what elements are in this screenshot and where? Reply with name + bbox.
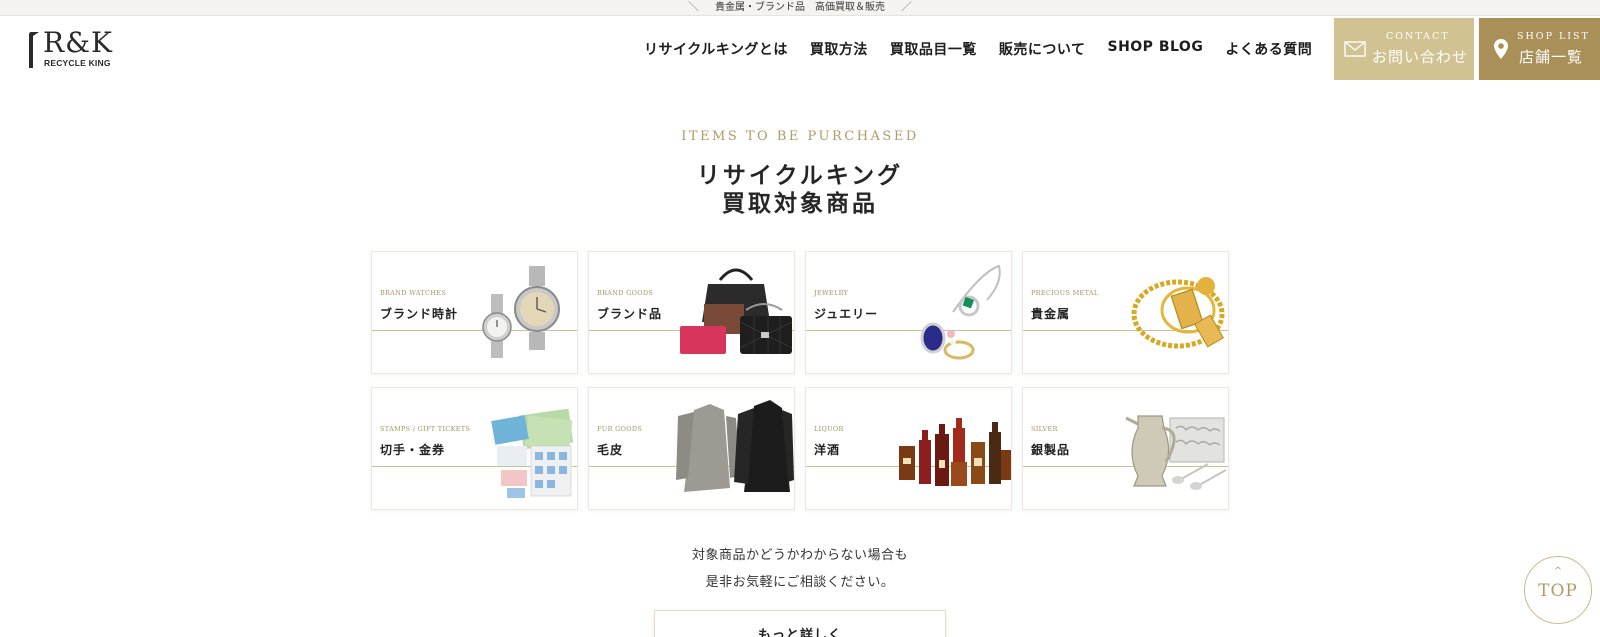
logo-mark-icon xyxy=(29,32,39,68)
category-card-fur-goods[interactable]: FUR GOODS 毛皮 xyxy=(588,387,795,510)
category-jp-label: 銀製品 xyxy=(1031,443,1071,457)
liquor-bottles-image xyxy=(899,418,1011,486)
section-title-line2: 買取対象商品 xyxy=(722,191,878,217)
category-jp-label: 洋酒 xyxy=(814,443,841,457)
category-card-liquor[interactable]: LIQUOR 洋酒 xyxy=(805,387,1012,510)
shop-list-hint: SHOP LIST xyxy=(1517,31,1590,42)
nav-item-item-list[interactable]: 買取品目一覧 xyxy=(890,39,977,59)
section-eyebrow: ITEMS TO BE PURCHASED xyxy=(681,129,919,144)
shop-list-label: 店舗一覧 xyxy=(1519,48,1584,66)
category-jp-label: 切手・金券 xyxy=(380,443,446,457)
nav-item-how-to-sell[interactable]: 買取方法 xyxy=(810,39,868,59)
announcement-text: 貴金属・ブランド品 高価買取＆販売 xyxy=(715,2,885,13)
more-details-button[interactable]: もっと詳しく xyxy=(654,610,946,637)
mail-icon xyxy=(1344,41,1366,57)
map-pin-icon xyxy=(1494,39,1508,59)
consultation-note: 対象商品かどうかわからない場合も 是非お気軽にご相談ください。 xyxy=(0,542,1600,596)
site-logo[interactable]: R&K RECYCLE KING xyxy=(28,26,124,72)
main-nav: リサイクルキングとは 買取方法 買取品目一覧 販売について SHOP BLOG … xyxy=(644,39,1312,59)
contact-button[interactable]: CONTACT お問い合わせ xyxy=(1334,18,1474,80)
category-card-jewelry[interactable]: JEWELRY ジュエリー xyxy=(805,251,1012,374)
left-slash: ＼ xyxy=(688,0,699,13)
back-to-top-button[interactable]: ^ TOP xyxy=(1524,556,1592,624)
category-en-label: FUR GOODS xyxy=(597,425,643,433)
announcement-text-row: ＼ 貴金属・ブランド品 高価買取＆販売 ／ xyxy=(0,0,1600,15)
note-line1: 対象商品かどうかわからない場合も xyxy=(691,548,908,563)
category-en-label: LIQUOR xyxy=(814,425,844,433)
section-title-line1: リサイクルキング xyxy=(696,163,904,189)
fur-coat-image xyxy=(676,400,794,492)
contact-hint: CONTACT xyxy=(1386,31,1450,42)
back-to-top-label: TOP xyxy=(1538,581,1578,601)
category-jp-label: ジュエリー xyxy=(814,307,879,321)
nav-item-about[interactable]: リサイクルキングとは xyxy=(644,39,788,59)
top-announcement-bar: ＼ 貴金属・ブランド品 高価買取＆販売 ／ xyxy=(0,0,1600,16)
category-en-label: BRAND GOODS xyxy=(597,289,654,297)
watch-image xyxy=(482,266,560,358)
logo-subtext: RECYCLE KING xyxy=(44,58,111,68)
shop-list-button[interactable]: SHOP LIST 店舗一覧 xyxy=(1479,18,1600,80)
nav-item-shop-blog[interactable]: SHOP BLOG xyxy=(1107,39,1203,59)
category-en-label: SILVER xyxy=(1031,425,1058,433)
nav-item-faq[interactable]: よくある質問 xyxy=(1225,39,1312,59)
note-line2: 是非お気軽にご相談ください。 xyxy=(705,575,895,590)
category-card-precious-metal[interactable]: PRECIOUS METAL 貴金属 xyxy=(1022,251,1229,374)
stamps-image xyxy=(491,408,574,498)
category-card-silver[interactable]: SILVER 銀製品 xyxy=(1022,387,1229,510)
logo-text: R&K xyxy=(43,26,113,59)
category-en-label: PRECIOUS METAL xyxy=(1031,289,1099,297)
category-en-label: BRAND WATCHES xyxy=(380,289,447,297)
contact-label: お問い合わせ xyxy=(1372,48,1469,66)
category-jp-label: 貴金属 xyxy=(1031,307,1071,321)
handbag-image xyxy=(680,268,793,354)
category-jp-label: ブランド品 xyxy=(597,307,663,321)
ring-image xyxy=(920,264,1001,360)
category-card-brand-goods[interactable]: BRAND GOODS ブランド品 xyxy=(588,251,795,374)
silverware-image xyxy=(1125,415,1227,490)
category-card-stamps-gift-tickets[interactable]: STAMPS / GIFT TICKETS 切手・金券 xyxy=(371,387,578,510)
category-jp-label: ブランド時計 xyxy=(380,307,459,321)
chevron-up-icon: ^ xyxy=(1553,566,1563,577)
section-title: リサイクルキング 買取対象商品 xyxy=(0,162,1600,218)
category-card-brand-watches[interactable]: BRAND WATCHES ブランド時計 xyxy=(371,251,578,374)
nav-item-sales[interactable]: 販売について xyxy=(999,39,1086,59)
category-grid: BRAND WATCHES ブランド時計 BRAND GOODS ブランド品 J… xyxy=(371,251,1229,510)
category-jp-label: 毛皮 xyxy=(597,443,624,457)
right-slash: ／ xyxy=(901,0,912,13)
category-en-label: JEWELRY xyxy=(814,289,849,297)
gold-bar-image xyxy=(1131,277,1225,349)
